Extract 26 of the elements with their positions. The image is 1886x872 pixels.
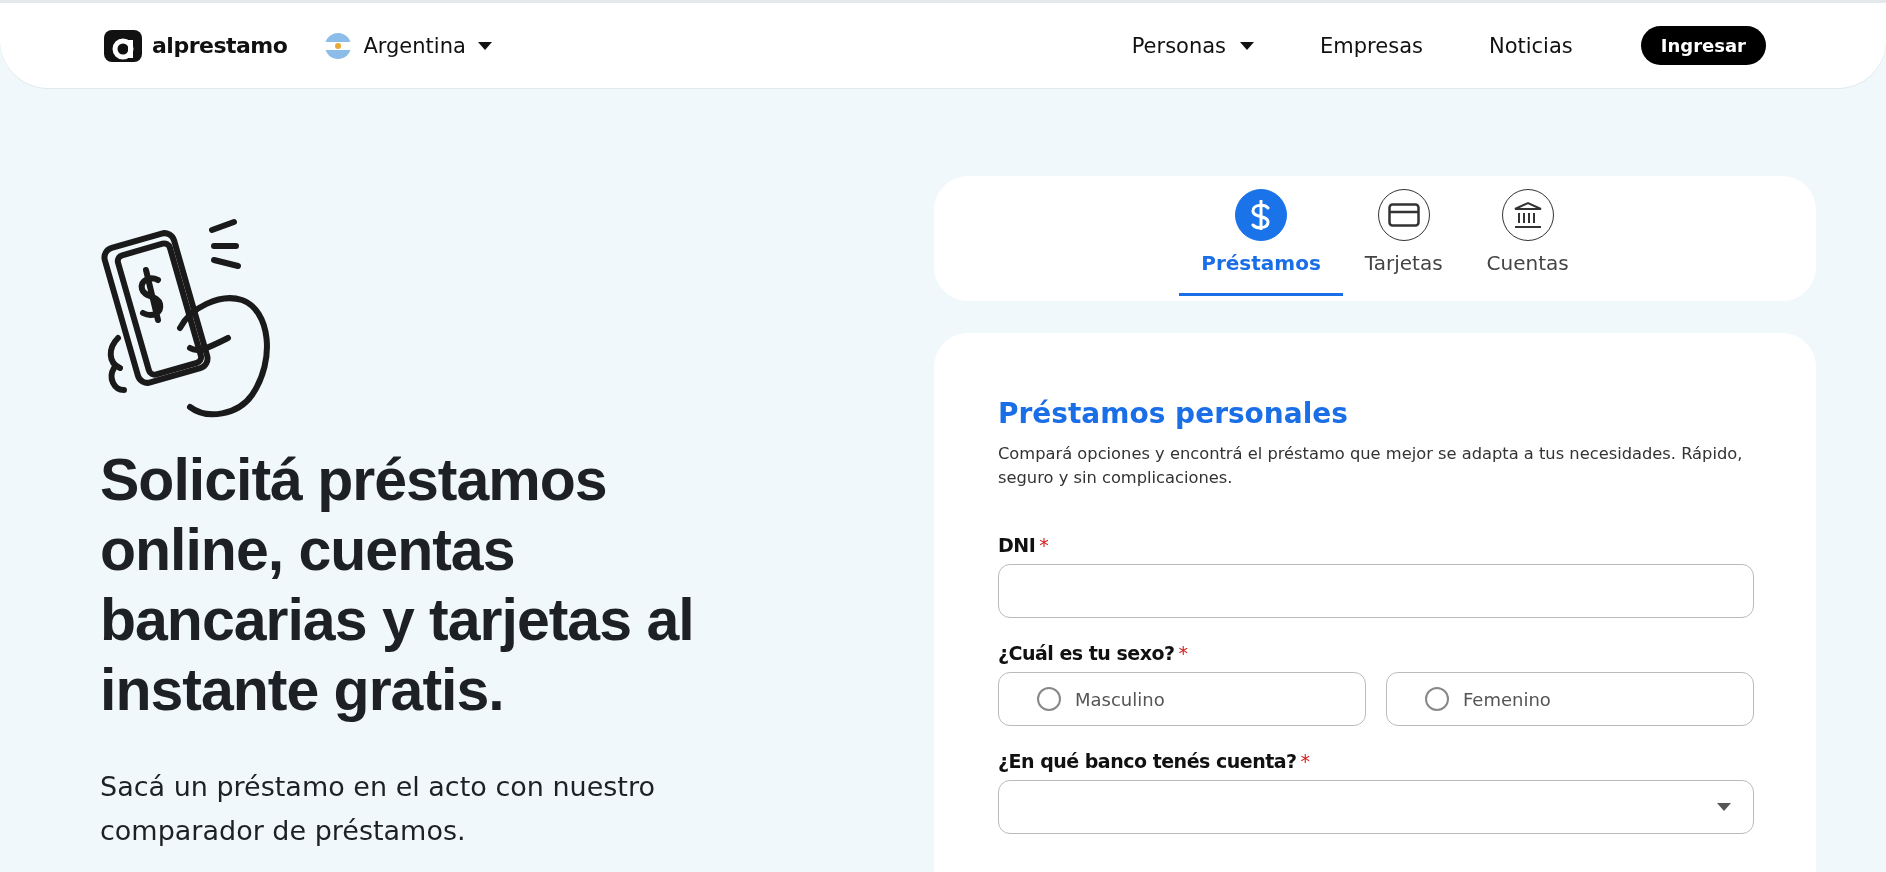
field-label: ¿En qué banco tenés cuenta? * [998,750,1311,772]
hero-subtitle: Sacá un préstamo en el acto con nuestro comparador de préstamos. [100,770,656,848]
country-selector[interactable]: Argentina [325,32,492,59]
caret-icon [477,41,492,50]
input-field[interactable] [998,564,1754,618]
hero-headline: Solicitá préstamos online, cuentas bancarias y tarjetas al instante gratis. [100,446,695,725]
credit-card-icon [1387,203,1420,227]
radio-option[interactable]: Masculino [998,672,1366,726]
logo-icon [104,29,142,62]
bank-dropdown[interactable] [998,780,1754,834]
field-label: ¿Cuál es tu sexo? * [998,642,1189,664]
logo-text[interactable]: alprestamo [152,33,288,58]
flag-icon [325,32,352,59]
login-button[interactable]: Ingresar [1640,26,1766,65]
nav-link[interactable]: Empresas [1320,33,1423,58]
form-title: Préstamos personales [998,397,1349,430]
product-tab[interactable]: Cuentas [1464,174,1591,301]
bank-icon [1512,201,1543,229]
radio-option[interactable]: Femenino [1386,672,1754,726]
form-description: Compará opciones y encontrá el préstamo que mejor se adapta a tus necesidades. Rápido, seguro y sin complicaciones. [998,443,1744,489]
product-tab[interactable]: Préstamos [1179,174,1343,296]
product-tab[interactable]: Tarjetas [1342,174,1465,301]
caret-icon [1717,803,1731,811]
nav-link[interactable]: Personas [1131,33,1255,58]
nav-link[interactable]: Noticias [1488,33,1573,58]
field-label: DNI * [998,534,1050,556]
